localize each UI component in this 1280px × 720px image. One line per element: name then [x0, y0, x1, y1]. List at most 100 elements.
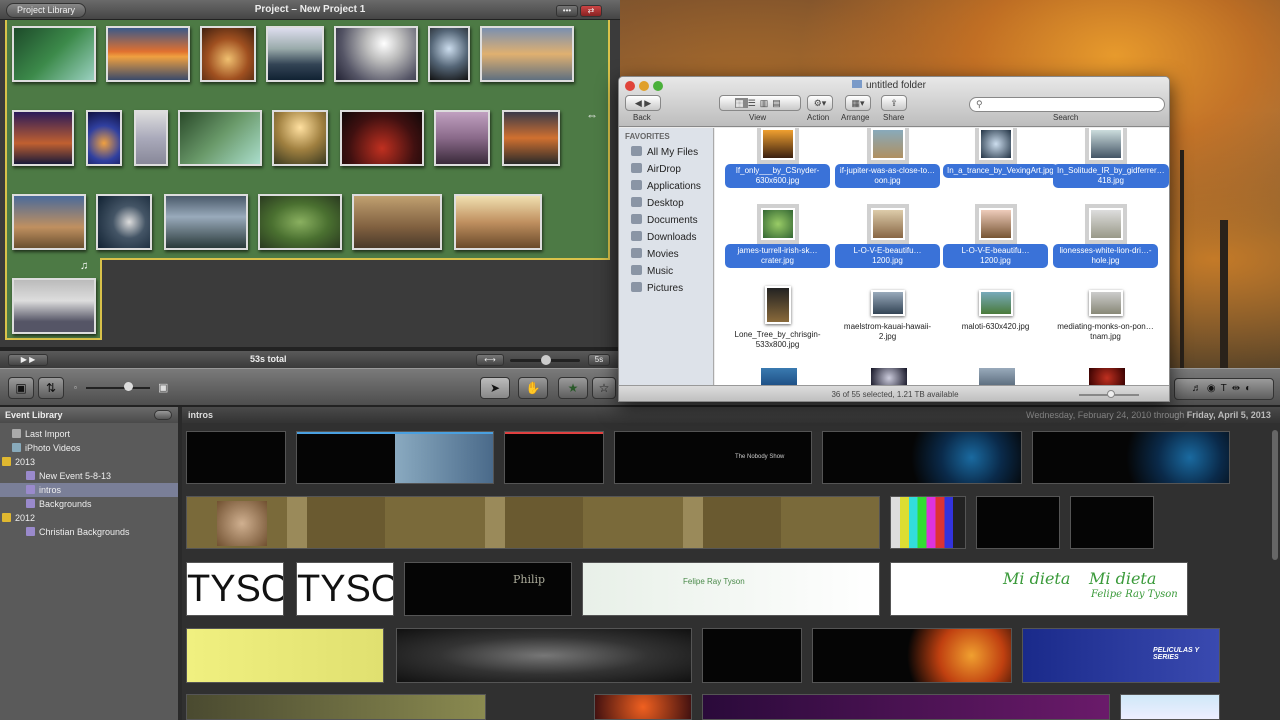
event-item-2012[interactable]: 2012: [0, 511, 178, 525]
event-clip[interactable]: Felipe Ray Tyson: [582, 562, 880, 616]
file-item[interactable]: In_a_trance_by_VexingArt.jpg: [943, 128, 1058, 178]
project-clip[interactable]: [340, 110, 424, 166]
event-clip-tyson[interactable]: TYSON: [296, 562, 394, 616]
back-forward-button[interactable]: ◀ ▶: [625, 95, 661, 111]
file-item[interactable]: In_Solitude_IR_by_gidferrer…418.jpg: [1053, 128, 1169, 188]
project-clip[interactable]: [334, 26, 418, 82]
file-item[interactable]: lionesses-white-lion-dri…-hole.jpg: [1053, 204, 1158, 268]
sidebar-item-desktop[interactable]: Desktop: [631, 197, 684, 209]
event-clip[interactable]: [822, 431, 1022, 484]
file-item[interactable]: Lone_Tree_by_chrisgin-533x800.jpg: [725, 286, 830, 352]
project-clip[interactable]: [96, 194, 152, 250]
project-clip[interactable]: [434, 110, 490, 166]
file-thumbnail-partial[interactable]: [761, 368, 797, 385]
event-item-christian-backgrounds[interactable]: Christian Backgrounds: [0, 525, 178, 539]
event-clip-tyson[interactable]: TYSON: [186, 562, 284, 616]
event-clip[interactable]: [1120, 694, 1220, 720]
project-clip[interactable]: [200, 26, 256, 82]
project-clip[interactable]: [12, 26, 96, 82]
project-clip[interactable]: [178, 110, 262, 166]
event-clip[interactable]: [1032, 431, 1230, 484]
project-clip[interactable]: [106, 26, 190, 82]
file-item[interactable]: L-O-V-E-beautifu…1200.jpg: [835, 204, 940, 268]
project-clip[interactable]: [12, 110, 74, 166]
project-clip[interactable]: [258, 194, 342, 250]
project-library-button[interactable]: Project Library: [6, 3, 87, 18]
action-button[interactable]: ⚙▾: [807, 95, 833, 111]
thumb-size-slider[interactable]: [86, 387, 150, 389]
project-clip[interactable]: [352, 194, 442, 250]
browser-buttons[interactable]: ♬◉T⇹◐: [1174, 378, 1274, 400]
event-library-toggle-icon[interactable]: [154, 410, 172, 420]
file-thumbnail-partial[interactable]: [871, 368, 907, 385]
project-clip[interactable]: [480, 26, 574, 82]
sidebar-item-movies[interactable]: Movies: [631, 248, 679, 260]
project-clip[interactable]: [86, 110, 122, 166]
event-clip[interactable]: [702, 628, 802, 683]
zoom-icon[interactable]: [653, 81, 663, 91]
file-item[interactable]: if-jupiter-was-as-close-to…oon.jpg: [835, 128, 940, 188]
sidebar-item-applications[interactable]: Applications: [631, 180, 701, 192]
event-clip[interactable]: [186, 694, 486, 720]
audio-waveform-button[interactable]: ⟷: [476, 354, 504, 366]
sidebar-item-all-my-files[interactable]: All My Files: [631, 146, 698, 158]
event-item-2013[interactable]: 2013: [0, 455, 178, 469]
sidebar-item-music[interactable]: Music: [631, 265, 673, 277]
event-clip[interactable]: [702, 694, 1110, 720]
hand-tool-button[interactable]: ✋: [518, 377, 548, 399]
project-clip[interactable]: [428, 26, 470, 82]
event-clip[interactable]: [976, 496, 1060, 549]
project-clip[interactable]: [12, 278, 96, 334]
camera-import-icon[interactable]: ▣: [8, 377, 34, 399]
sidebar-item-documents[interactable]: Documents: [631, 214, 698, 226]
project-clip[interactable]: [272, 110, 328, 166]
event-item-new-event[interactable]: New Event 5-8-13: [0, 469, 178, 483]
select-tool-button[interactable]: ➤: [480, 377, 510, 399]
clip-duration-button[interactable]: 5s: [588, 354, 610, 366]
share-button[interactable]: ⇪: [881, 95, 907, 111]
sidebar-item-airdrop[interactable]: AirDrop: [631, 163, 681, 175]
file-item[interactable]: If_only___by_CSnyder-630x600.jpg: [725, 128, 830, 188]
file-thumbnail-partial[interactable]: [979, 368, 1015, 385]
file-item[interactable]: james-turrell-irish-sk…crater.jpg: [725, 204, 830, 268]
event-clip[interactable]: PELICULAS Y SERIES: [1022, 628, 1220, 683]
sidebar-item-pictures[interactable]: Pictures: [631, 282, 683, 294]
event-item-iphoto-videos[interactable]: iPhoto Videos: [0, 441, 178, 455]
event-clip[interactable]: [186, 431, 286, 484]
event-clip[interactable]: [186, 496, 880, 549]
file-item[interactable]: maloti-630x420.jpg: [943, 290, 1048, 334]
options-icon[interactable]: •••: [556, 5, 578, 17]
swap-events-icon[interactable]: ⇅: [38, 377, 64, 399]
favorite-button[interactable]: ★: [558, 377, 588, 399]
event-clip[interactable]: [1070, 496, 1154, 549]
file-item[interactable]: L-O-V-E-beautifu…1200.jpg: [943, 204, 1048, 268]
project-clip[interactable]: [454, 194, 542, 250]
event-clip[interactable]: [594, 694, 692, 720]
thumb-size-slider-thumb[interactable]: [124, 382, 133, 391]
file-item[interactable]: maelstrom-kauai-hawaii-2.jpg: [835, 290, 940, 344]
project-clip[interactable]: [164, 194, 248, 250]
project-clip[interactable]: [134, 110, 168, 166]
unmark-button[interactable]: ☆: [592, 377, 616, 399]
event-clip[interactable]: [812, 628, 1012, 683]
search-field[interactable]: ⚲: [969, 97, 1165, 112]
zoom-slider-thumb[interactable]: [541, 355, 551, 365]
file-thumbnail-partial[interactable]: [1089, 368, 1125, 385]
event-clip[interactable]: [296, 431, 494, 484]
event-item-last-import[interactable]: Last Import: [0, 427, 178, 441]
event-clip[interactable]: [186, 628, 384, 683]
event-clip[interactable]: The Nobody Show: [614, 431, 812, 484]
arrange-button[interactable]: ▦▾: [845, 95, 871, 111]
file-item[interactable]: mediating-monks-on-pon…tnam.jpg: [1053, 290, 1158, 344]
close-icon[interactable]: [625, 81, 635, 91]
project-clip[interactable]: [12, 194, 86, 250]
sidebar-item-downloads[interactable]: Downloads: [631, 231, 696, 243]
swap-icon[interactable]: ⇄: [580, 5, 602, 17]
event-item-backgrounds[interactable]: Backgrounds: [0, 497, 178, 511]
event-clip-color-bars[interactable]: [890, 496, 966, 549]
event-clip[interactable]: Mi dieta Mi dieta Felipe Ray Tyson: [890, 562, 1188, 616]
event-clip[interactable]: [396, 628, 692, 683]
project-clip[interactable]: [266, 26, 324, 82]
browser-scrollbar[interactable]: [1272, 430, 1278, 560]
play-fullscreen-button[interactable]: ▶ ▶: [8, 354, 48, 366]
